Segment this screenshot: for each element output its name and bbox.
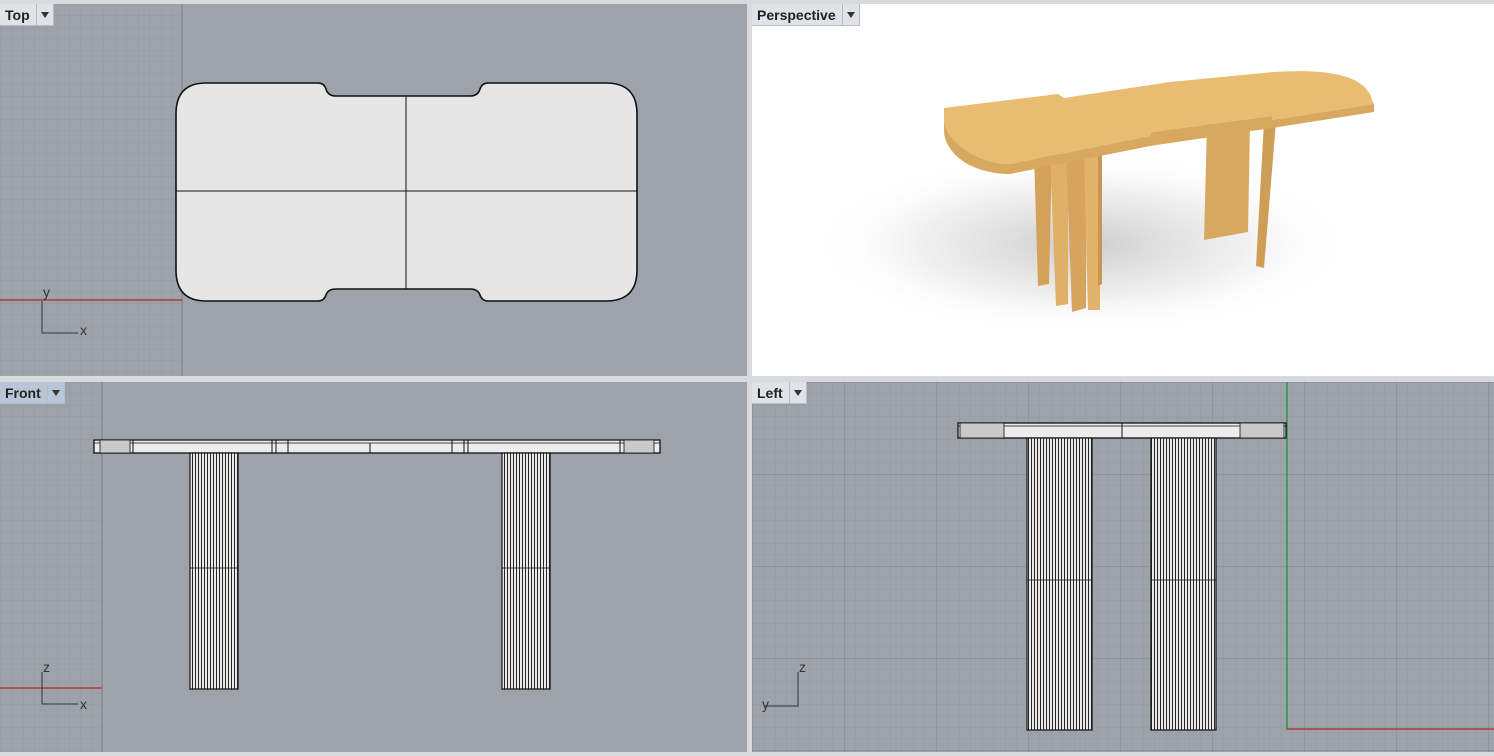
viewport-top[interactable]: y x Top xyxy=(0,4,747,376)
table-top-profile[interactable] xyxy=(93,439,661,454)
perspective-render xyxy=(812,71,1374,334)
axis-label-z: z xyxy=(799,659,806,675)
slab-end-left xyxy=(99,439,131,454)
viewport-title[interactable]: Perspective xyxy=(752,4,843,26)
chevron-down-icon[interactable] xyxy=(36,4,54,26)
chevron-down-icon[interactable] xyxy=(789,382,807,404)
viewport-tab-top[interactable]: Top xyxy=(0,4,54,26)
table-leg-left[interactable] xyxy=(189,452,239,690)
grid xyxy=(0,4,182,376)
axis-label-x: x xyxy=(80,322,87,338)
table-leg-right[interactable] xyxy=(1150,437,1217,731)
viewport-tab-front[interactable]: Front xyxy=(0,382,65,404)
slab-end-right xyxy=(1239,422,1285,439)
table-leg-right[interactable] xyxy=(501,452,551,690)
viewport-perspective[interactable]: Perspective xyxy=(752,4,1494,376)
axis-label-x: x xyxy=(80,696,87,712)
axis-label-z: z xyxy=(43,659,50,675)
viewport-title[interactable]: Left xyxy=(752,382,790,404)
top-viewport-canvas: y x xyxy=(0,4,638,376)
slab-end-left xyxy=(959,422,1005,439)
slab-end-right xyxy=(623,439,655,454)
viewport-title[interactable]: Top xyxy=(0,4,37,26)
table-leg-back-right xyxy=(1204,124,1250,240)
table-leg-left[interactable] xyxy=(1026,437,1093,731)
chevron-down-icon[interactable] xyxy=(842,4,860,26)
chevron-down-icon[interactable] xyxy=(47,382,65,404)
viewport-title[interactable]: Front xyxy=(0,382,48,404)
axis-label-y: y xyxy=(762,696,769,712)
viewport-tab-perspective[interactable]: Perspective xyxy=(752,4,860,26)
table-leg-front-e xyxy=(1098,154,1102,286)
front-viewport-canvas: z x xyxy=(0,382,661,752)
left-viewport-canvas: z y xyxy=(752,382,1494,752)
viewport-left[interactable]: z y Left xyxy=(752,382,1494,752)
viewport-tab-left[interactable]: Left xyxy=(752,382,807,404)
axis-label-y: y xyxy=(43,284,50,300)
viewport-front[interactable]: z x Front xyxy=(0,382,747,752)
